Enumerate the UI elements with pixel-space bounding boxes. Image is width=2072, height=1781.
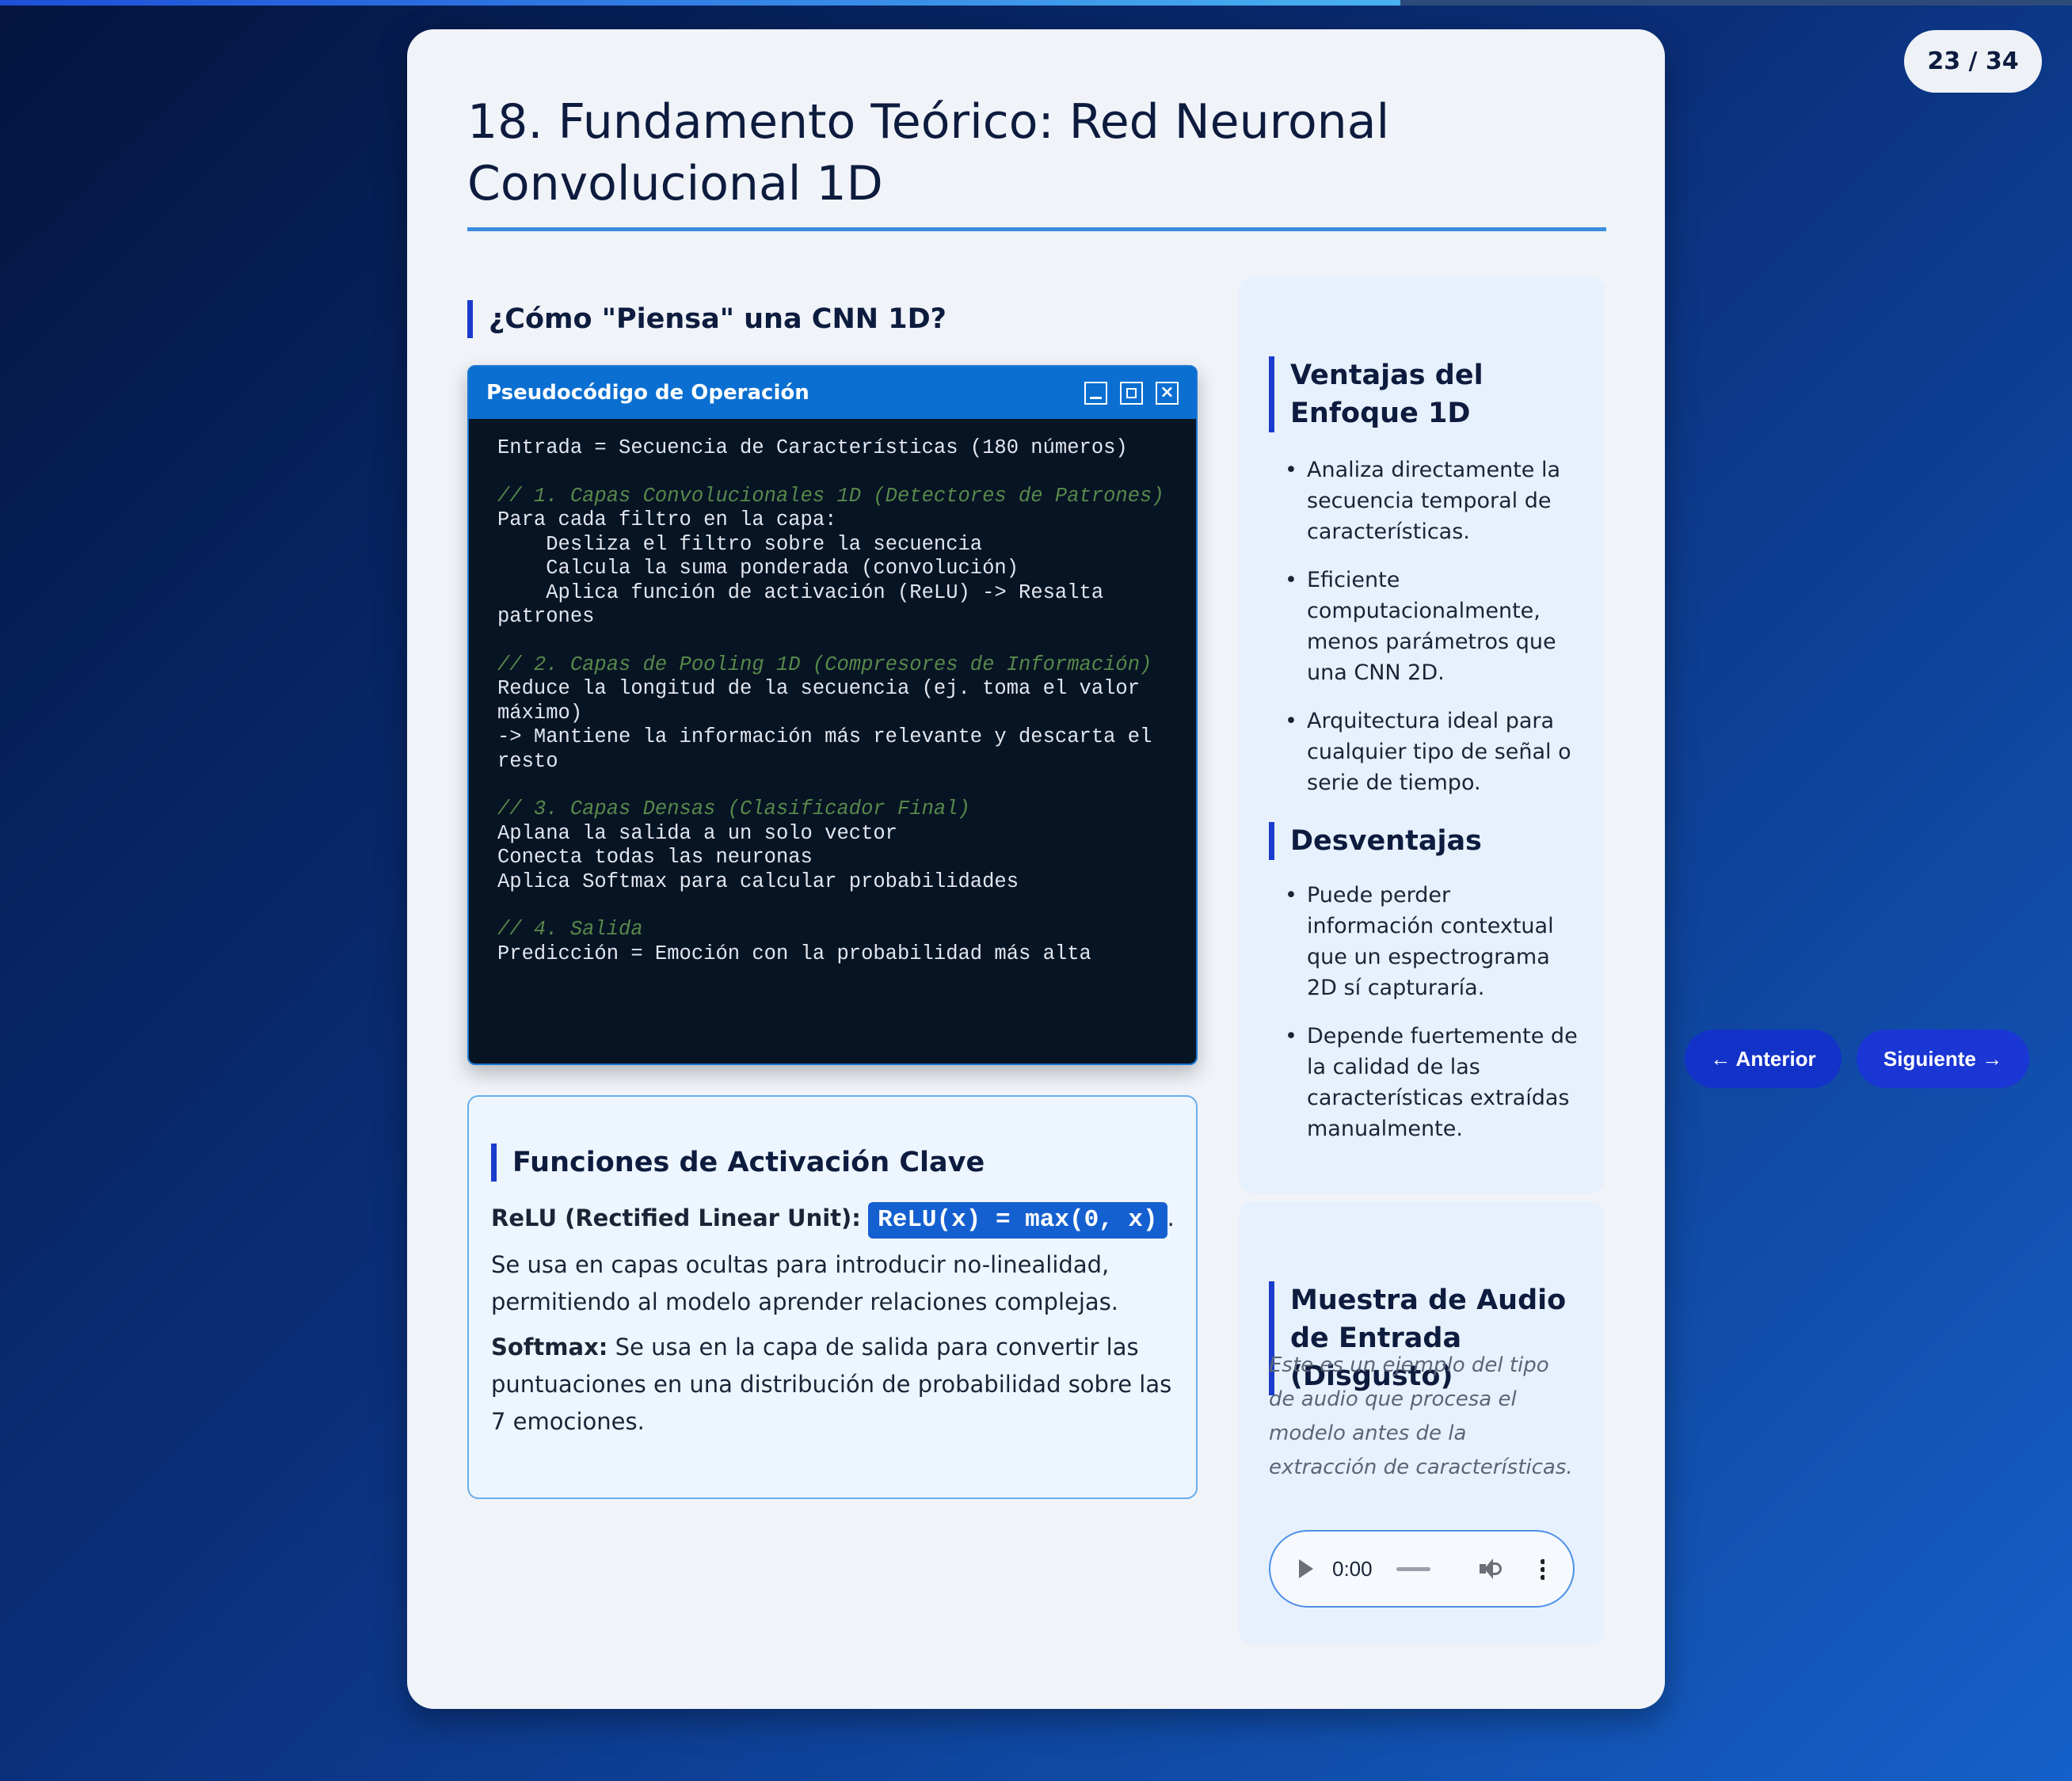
- code-line: Predicción = Emoción con la probabilidad…: [497, 942, 1091, 965]
- list-item: Analiza directamente la secuencia tempor…: [1285, 455, 1578, 547]
- activation-heading: Funciones de Activación Clave: [491, 1144, 985, 1182]
- list-item: Arquitectura ideal para cualquier tipo d…: [1285, 706, 1578, 798]
- relu-label: ReLU (Rectified Linear Unit):: [491, 1204, 861, 1231]
- softmax-label: Softmax:: [491, 1334, 608, 1360]
- audio-sample-panel: Muestra de Audio de Entrada (Disgusto) E…: [1239, 1201, 1605, 1645]
- play-icon[interactable]: [1299, 1559, 1313, 1578]
- list-item: Puede perder información contextual que …: [1285, 880, 1578, 1003]
- slide-card: 18. Fundamento Teórico: Red Neuronal Con…: [407, 29, 1665, 1709]
- audio-note: Este es un ejemplo del tipo de audio que…: [1269, 1353, 1573, 1479]
- code-line: Reduce la longitud de la secuencia (ej. …: [497, 677, 1152, 773]
- progress-bar: [0, 0, 2072, 6]
- slide-counter: 23 / 34: [1904, 30, 2042, 93]
- audio-progress-slider[interactable]: [1396, 1566, 1430, 1571]
- advantages-heading: Ventajas del Enfoque 1D: [1269, 356, 1586, 432]
- code-line: Para cada filtro en la capa: Desliza el …: [497, 508, 1104, 628]
- list-item: Eficiente computacionalmente, menos pará…: [1285, 565, 1578, 688]
- next-button[interactable]: Siguiente →: [1857, 1029, 2029, 1088]
- pseudocode-body: Entrada = Secuencia de Características (…: [469, 419, 1196, 966]
- code-comment: // 4. Salida: [497, 918, 643, 941]
- window-controls: ×: [1084, 381, 1179, 405]
- section-heading: ¿Cómo "Piensa" una CNN 1D?: [467, 300, 946, 338]
- close-icon[interactable]: ×: [1156, 381, 1179, 405]
- window-title-bar: Pseudocódigo de Operación ×: [469, 367, 1196, 419]
- code-comment: // 1. Capas Convolucionales 1D (Detector…: [497, 484, 1164, 508]
- audio-player[interactable]: 0:00: [1269, 1530, 1575, 1608]
- more-options-icon[interactable]: [1540, 1558, 1544, 1580]
- audio-time: 0:00: [1332, 1556, 1373, 1581]
- code-comment: // 3. Capas Densas (Clasificador Final): [497, 797, 970, 820]
- pros-cons-panel: Ventajas del Enfoque 1D Analiza directam…: [1239, 276, 1605, 1193]
- list-item: Depende fuertemente de la calidad de las…: [1285, 1021, 1578, 1144]
- disadvantages-list: Puede perder información contextual que …: [1285, 880, 1578, 1162]
- slide-title: 18. Fundamento Teórico: Red Neuronal Con…: [467, 94, 1390, 211]
- minimize-icon[interactable]: [1084, 381, 1107, 405]
- title-divider: [467, 227, 1606, 231]
- relu-suffix: .: [1167, 1204, 1175, 1231]
- relu-formula: ReLU(x) = max(0, x): [868, 1202, 1167, 1239]
- volume-icon[interactable]: [1479, 1558, 1502, 1579]
- disadvantages-heading: Desventajas: [1269, 822, 1586, 860]
- pseudocode-window: Pseudocódigo de Operación × Entrada = Se…: [467, 365, 1198, 1065]
- progress-fill: [0, 0, 1401, 6]
- activation-body: ReLU (Rectified Linear Unit): ReLU(x) = …: [491, 1200, 1180, 1448]
- code-line: Entrada = Secuencia de Características (…: [497, 436, 1128, 459]
- maximize-icon[interactable]: [1120, 381, 1143, 405]
- code-comment: // 2. Capas de Pooling 1D (Compresores d…: [497, 653, 1152, 676]
- activation-functions-box: Funciones de Activación Clave ReLU (Rect…: [467, 1095, 1198, 1499]
- window-title: Pseudocódigo de Operación: [486, 381, 809, 405]
- previous-button[interactable]: ← Anterior: [1685, 1029, 1842, 1088]
- relu-description: Se usa en capas ocultas para introducir …: [491, 1251, 1119, 1315]
- code-line: Aplana la salida a un solo vector Conect…: [497, 821, 1019, 893]
- advantages-list: Analiza directamente la secuencia tempor…: [1285, 455, 1578, 816]
